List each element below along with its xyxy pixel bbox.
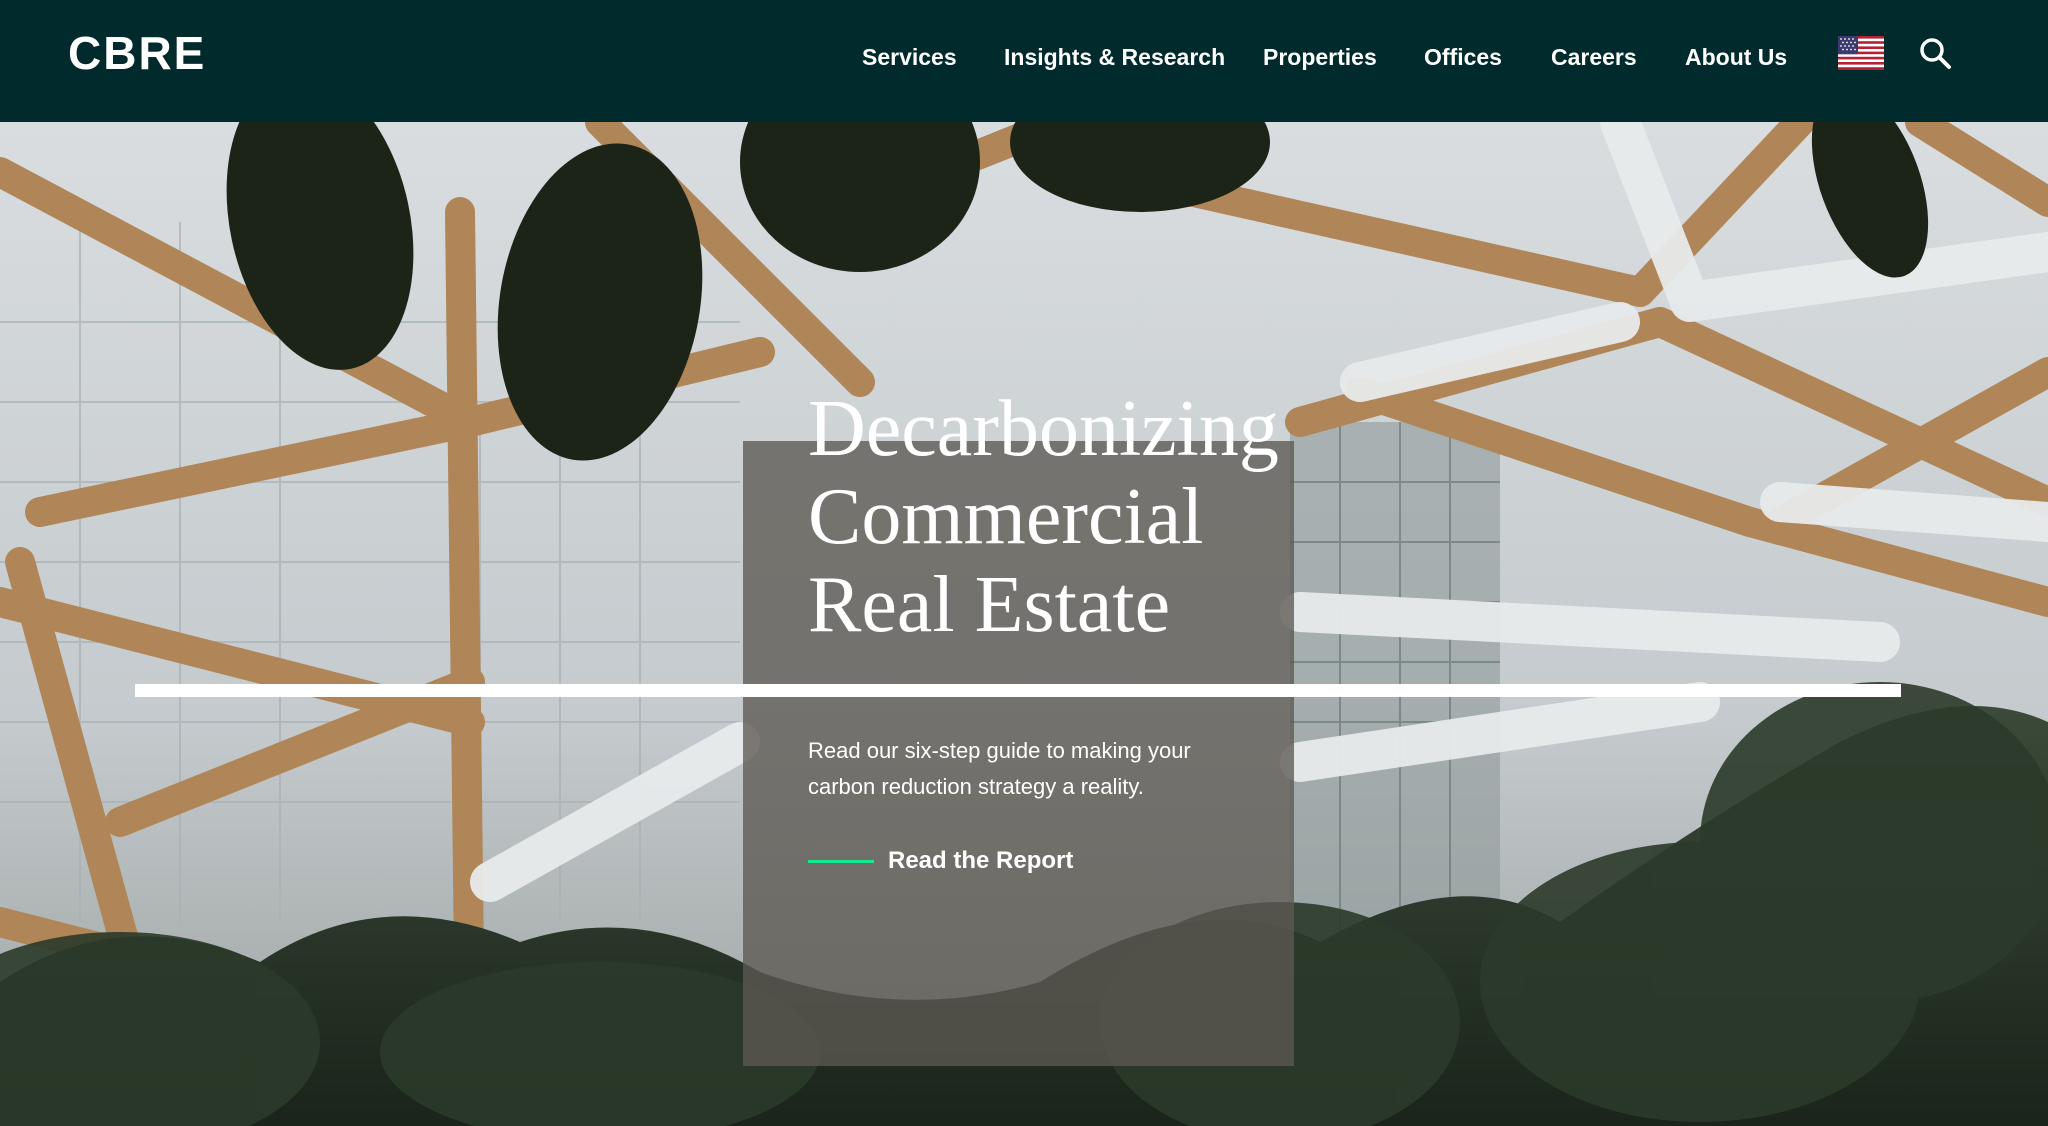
site-header: CBRE Services Insights & Research Proper… <box>0 0 2048 122</box>
nav-item-careers[interactable]: Careers <box>1551 40 1637 74</box>
nav-item-services[interactable]: Services <box>862 40 957 74</box>
hero-title-line: Real Estate <box>808 561 1171 649</box>
hero-description: Read our six-step guide to making your c… <box>808 738 1191 799</box>
cta-label: Read the Report <box>888 847 1074 874</box>
hero-title-line: Decarbonizing <box>808 385 1279 473</box>
nav-item-about-us[interactable]: About Us <box>1685 40 1787 74</box>
main-nav: Services Insights & Research Properties … <box>0 40 1800 74</box>
read-report-link[interactable]: Read the Report <box>808 843 1073 879</box>
nav-item-insights-research[interactable]: Insights & Research <box>1004 40 1225 74</box>
nav-item-properties[interactable]: Properties <box>1263 40 1377 74</box>
hero-title-line: Commercial <box>808 473 1204 561</box>
nav-item-offices[interactable]: Offices <box>1424 40 1502 74</box>
search-icon[interactable] <box>1918 36 1952 70</box>
hero-divider <box>135 684 1901 697</box>
us-flag-icon[interactable] <box>1838 36 1884 70</box>
cta-accent-line <box>808 859 874 863</box>
hero-title: Decarbonizing Commercial Real Estate <box>808 385 1328 649</box>
